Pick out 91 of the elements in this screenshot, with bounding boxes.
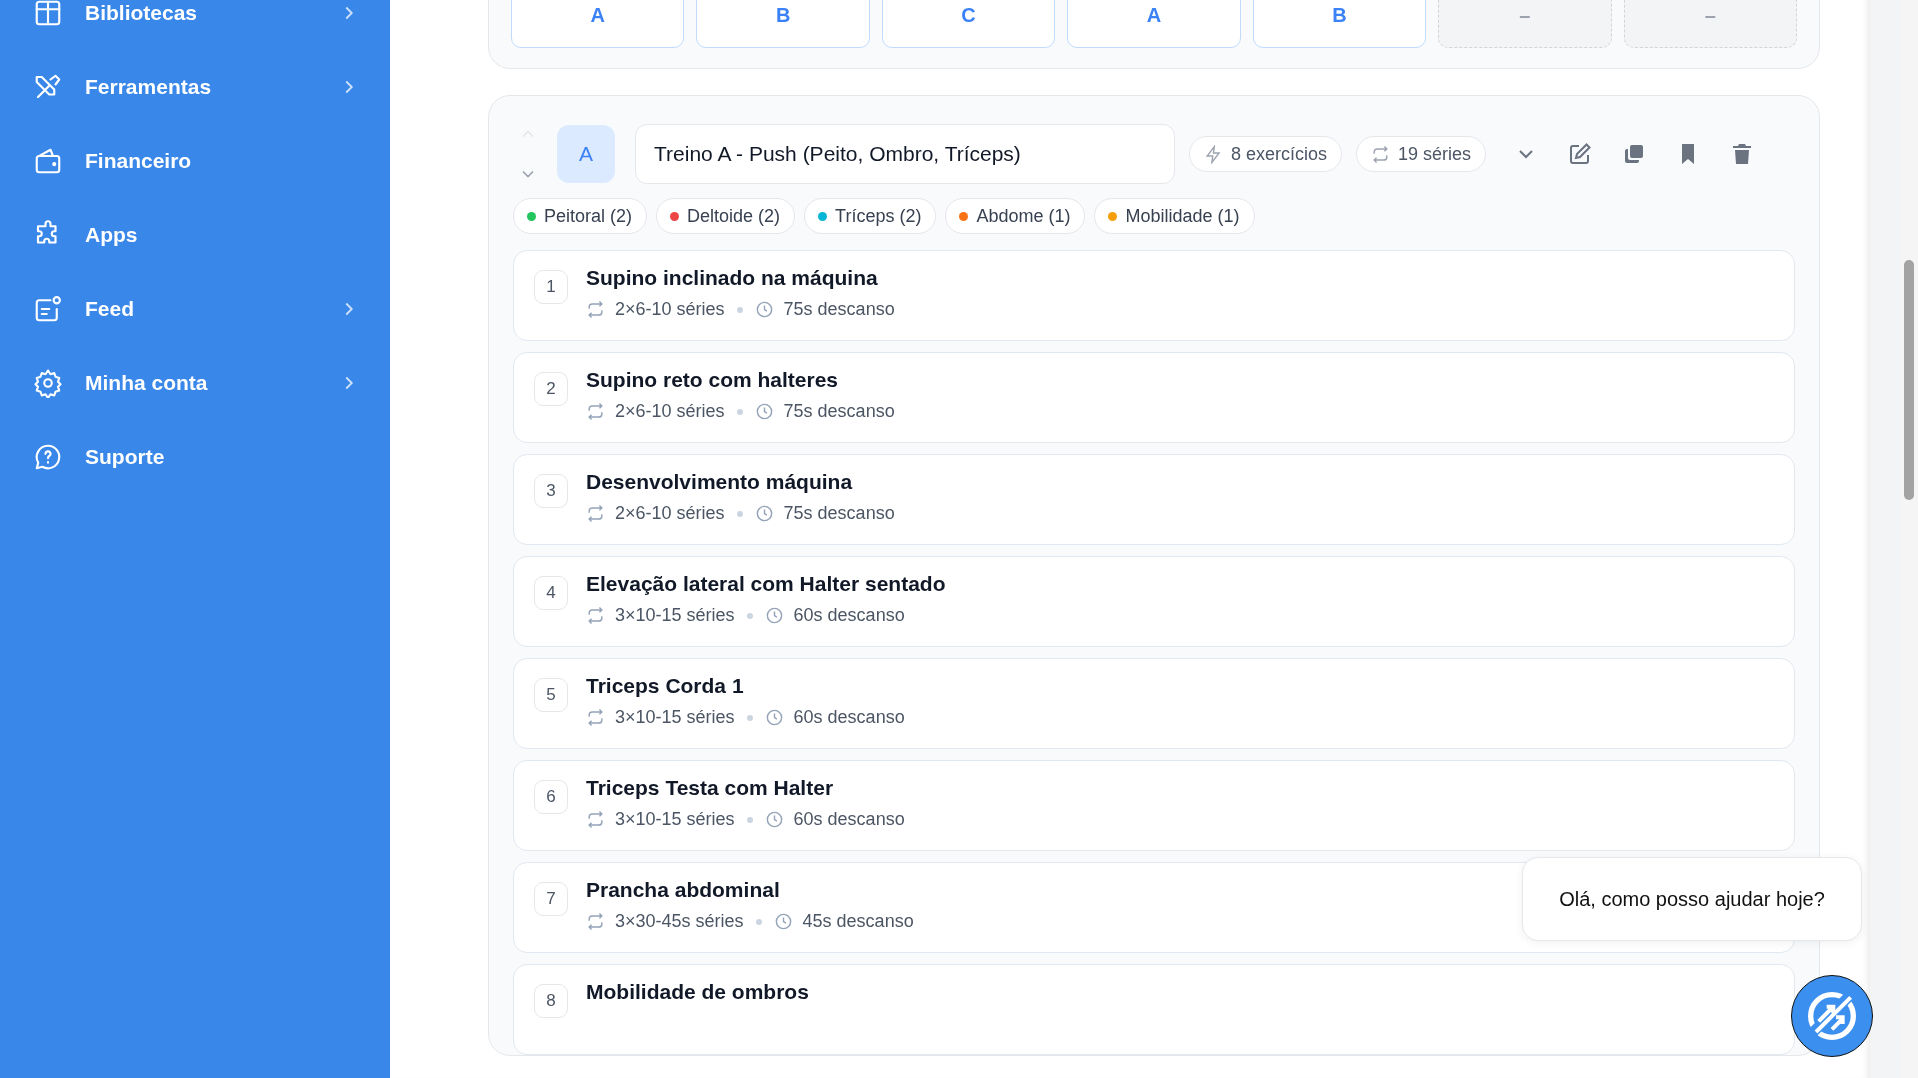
exercise-sets: 3×10-15 séries xyxy=(615,605,735,626)
exercise-card[interactable]: 6 Triceps Testa com Halter 3×10-15 séries 60s descanso xyxy=(513,760,1795,851)
day-slot[interactable]: C xyxy=(881,0,1056,48)
exercise-rest: 75s descanso xyxy=(783,401,895,422)
title-field[interactable]: Treino A - Push (Peito, Ombro, Tríceps) xyxy=(635,124,1175,184)
separator-dot xyxy=(746,714,753,721)
lightning-icon xyxy=(1204,144,1223,164)
exercise-sets: 2×6-10 séries xyxy=(615,401,725,422)
exercise-sets: 2×6-10 séries xyxy=(615,299,725,320)
exercise-card[interactable]: 8 Mobilidade de ombros xyxy=(513,964,1795,1055)
muscle-label: Deltoide (2) xyxy=(687,205,781,227)
exercise-number: 4 xyxy=(534,576,568,610)
sidebar-item[interactable]: Minha conta xyxy=(0,346,390,420)
exercise-card[interactable]: 4 Elevação lateral com Halter sentado 3×10-15 séries 60s descanso xyxy=(513,556,1795,647)
exercise-rest: 75s descanso xyxy=(783,503,895,524)
clock-icon xyxy=(773,912,793,931)
exercise-card[interactable]: 5 Triceps Corda 1 3×10-15 séries 60s descanso xyxy=(513,658,1795,749)
repeat-icon xyxy=(586,810,605,829)
exercise-rest: 45s descanso xyxy=(802,911,914,932)
separator-dot xyxy=(746,612,753,619)
repeat-icon xyxy=(586,606,605,625)
exercise-card[interactable]: 1 Supino inclinado na máquina 2×6-10 séries 75s descanso xyxy=(513,250,1795,341)
exercise-rest: 75s descanso xyxy=(783,299,895,320)
exercise-card[interactable]: 2 Supino reto com halteres 2×6-10 séries 75s descanso xyxy=(513,352,1795,443)
exercise-sets: 3×30-45s séries xyxy=(615,911,744,932)
clock-icon xyxy=(764,708,784,727)
sidebar-item[interactable]: Apps xyxy=(0,198,390,272)
muscle-label: Tríceps (2) xyxy=(835,205,922,227)
separator-dot xyxy=(746,816,753,823)
sidebar-item[interactable]: Financeiro xyxy=(0,124,390,198)
day-slot[interactable]: B xyxy=(1252,0,1427,48)
series-count: 19 séries xyxy=(1398,143,1472,165)
clock-icon xyxy=(754,300,774,319)
exercise-name: Desenvolvimento máquina xyxy=(586,470,854,494)
exercise-card[interactable]: 3 Desenvolvimento máquina 2×6-10 séries 75s descanso xyxy=(513,454,1795,545)
day-slot[interactable]: B xyxy=(696,0,870,48)
sidebar-item[interactable]: Ferramentas xyxy=(0,50,390,124)
clock-icon xyxy=(764,810,784,829)
chat-tooltip: Olá, como posso ajudar hoje? xyxy=(1522,857,1862,941)
repeat-icon xyxy=(586,708,605,727)
separator-dot xyxy=(755,918,762,925)
separator-dot xyxy=(736,408,743,415)
day-slot[interactable]: – xyxy=(1438,0,1612,48)
clock-icon xyxy=(764,606,784,625)
repeat-icon xyxy=(586,300,605,319)
workout-letter: A xyxy=(557,125,615,183)
exercise-sets: 2×6-10 séries xyxy=(615,503,725,524)
repeat-icon xyxy=(1371,144,1391,164)
separator-dot xyxy=(736,306,743,313)
exercise-number: 3 xyxy=(534,474,568,508)
separator-dot xyxy=(736,510,743,517)
exercise-name: Prancha abdominal xyxy=(586,878,781,902)
exercise-sets: 3×10-15 séries xyxy=(615,809,735,830)
repeat-icon xyxy=(586,504,605,523)
sidebar-item[interactable]: Feed xyxy=(0,272,390,346)
exercise-name: Supino reto com halteres xyxy=(586,368,840,392)
exercise-number: 8 xyxy=(534,984,568,1018)
repeat-icon xyxy=(586,402,605,421)
repeat-icon xyxy=(586,912,605,931)
day-slot[interactable]: – xyxy=(1623,0,1797,48)
sidebar-item[interactable]: Suporte xyxy=(0,420,390,494)
help-icon xyxy=(33,442,63,472)
muscle-label: Peitoral (2) xyxy=(544,205,633,227)
day-slot[interactable]: A xyxy=(1067,0,1241,48)
exercise-name: Mobilidade de ombros xyxy=(586,980,809,1004)
exercise-rest: 60s descanso xyxy=(793,605,905,626)
exercise-number: 7 xyxy=(534,882,568,916)
day-slot[interactable]: A xyxy=(511,0,685,48)
exercise-name: Triceps Testa com Halter xyxy=(586,776,835,800)
exercise-name: Triceps Corda 1 xyxy=(586,674,745,698)
exercise-rest: 60s descanso xyxy=(793,707,905,728)
clock-icon xyxy=(754,402,774,421)
exercise-number: 6 xyxy=(534,780,568,814)
clock-icon xyxy=(754,504,774,523)
exercise-name: Supino inclinado na máquina xyxy=(586,266,879,290)
exercise-sets: 3×10-15 séries xyxy=(615,707,735,728)
edit-icon[interactable] xyxy=(1568,142,1593,166)
muscle-label: Abdome (1) xyxy=(976,205,1071,227)
exercise-count: 8 exercícios xyxy=(1231,143,1328,165)
sidebar-item[interactable]: Bibliotecas xyxy=(0,0,390,50)
muscle-label: Mobilidade (1) xyxy=(1125,205,1240,227)
exercise-number: 1 xyxy=(534,270,568,304)
exercise-name: Elevação lateral com Halter sentado xyxy=(586,572,946,596)
scrollbar-thumb[interactable] xyxy=(1904,260,1914,500)
exercise-rest: 60s descanso xyxy=(793,809,905,830)
gear-icon xyxy=(33,368,63,398)
book-icon xyxy=(33,0,63,28)
wallet-icon xyxy=(33,146,63,176)
feed-icon xyxy=(33,294,63,324)
exercise-number: 2 xyxy=(534,372,568,406)
exercise-number: 5 xyxy=(534,678,568,712)
